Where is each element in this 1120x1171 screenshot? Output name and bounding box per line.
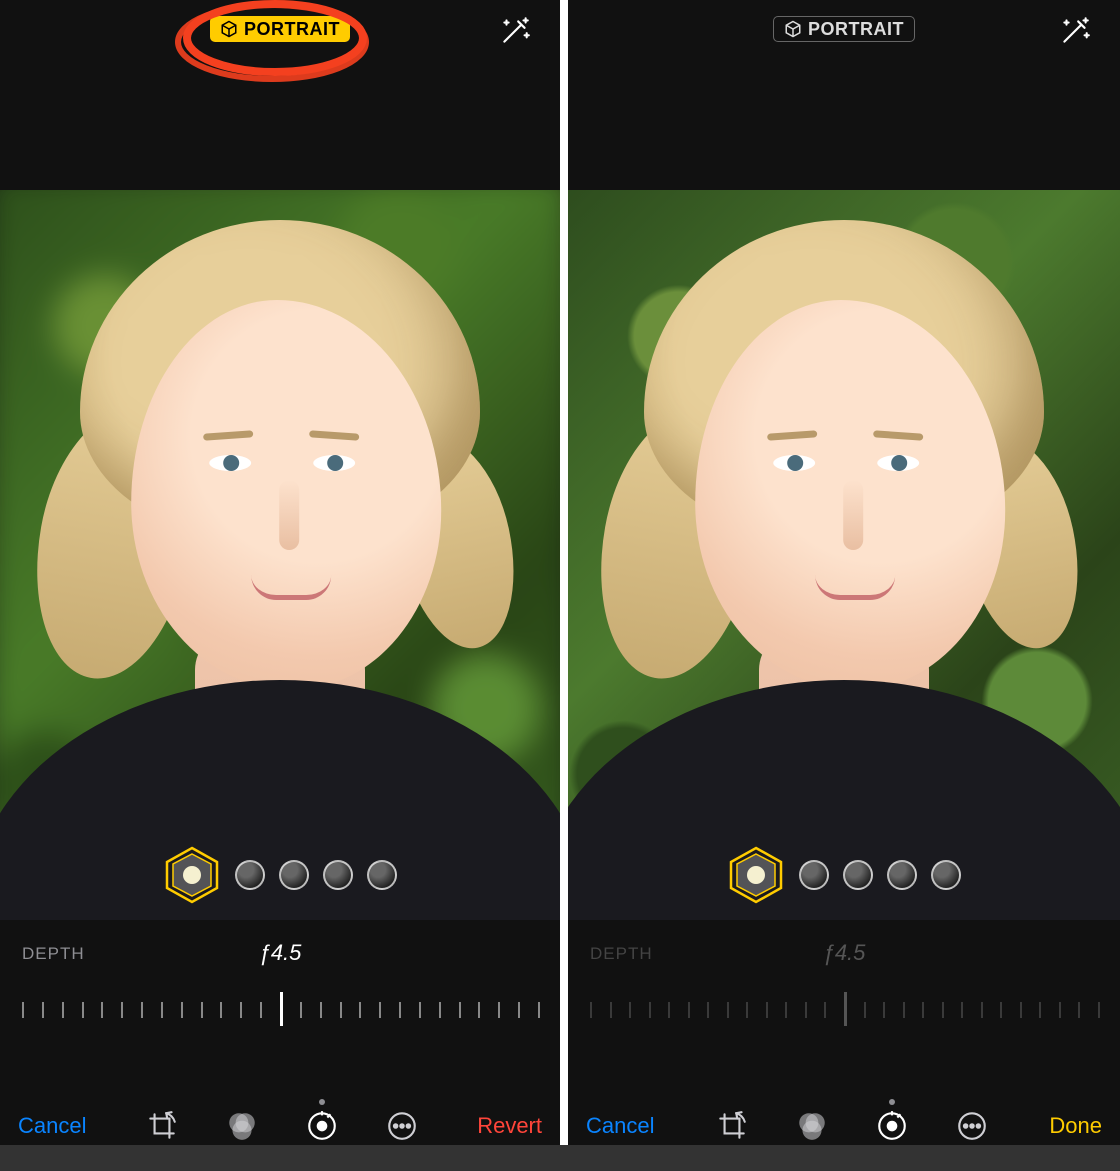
depth-slider	[590, 992, 1098, 1032]
adjust-dial-icon	[875, 1109, 909, 1143]
depth-control: DEPTH ƒ4.5	[0, 920, 560, 1081]
photo-subject	[584, 200, 1104, 920]
editor-panel-left: PORTRAIT	[0, 0, 560, 1145]
portrait-mode-label: PORTRAIT	[808, 20, 904, 38]
filters-icon	[225, 1109, 259, 1143]
photo-preview[interactable]	[0, 190, 560, 920]
ellipsis-circle-icon	[385, 1109, 419, 1143]
lighting-natural-selected[interactable]	[163, 846, 221, 904]
crop-rotate-icon	[145, 1109, 179, 1143]
adjust-tool-button[interactable]	[875, 1109, 909, 1143]
lighting-option-2[interactable]	[235, 860, 265, 890]
top-bar: PORTRAIT	[568, 0, 1120, 190]
lighting-option-5[interactable]	[367, 860, 397, 890]
photo-subject	[20, 200, 540, 920]
auto-enhance-button[interactable]	[1058, 14, 1092, 48]
lighting-option-4[interactable]	[323, 860, 353, 890]
filters-icon	[795, 1109, 829, 1143]
filters-tool-button[interactable]	[795, 1109, 829, 1143]
magic-wand-icon	[1058, 35, 1092, 52]
more-tool-button[interactable]	[385, 1109, 419, 1143]
ellipsis-circle-icon	[955, 1109, 989, 1143]
more-tool-button[interactable]	[955, 1109, 989, 1143]
bottom-toolbar: Cancel	[568, 1081, 1120, 1171]
lighting-option-4[interactable]	[887, 860, 917, 890]
depth-value: ƒ4.5	[823, 940, 866, 966]
top-bar: PORTRAIT	[0, 0, 560, 190]
lighting-natural-selected[interactable]	[727, 846, 785, 904]
portrait-mode-toggle[interactable]: PORTRAIT	[773, 16, 915, 42]
portrait-lighting-picker[interactable]	[727, 846, 961, 904]
lighting-option-3[interactable]	[843, 860, 873, 890]
crop-tool-button[interactable]	[145, 1109, 179, 1143]
depth-slider[interactable]	[22, 992, 538, 1032]
cube-icon	[784, 20, 802, 38]
magic-wand-icon	[498, 35, 532, 52]
editor-panel-right: PORTRAIT	[560, 0, 1120, 1145]
photo-preview[interactable]	[568, 190, 1120, 920]
lighting-option-5[interactable]	[931, 860, 961, 890]
cancel-button[interactable]: Cancel	[586, 1113, 654, 1139]
adjust-dial-icon	[305, 1109, 339, 1143]
portrait-mode-toggle[interactable]: PORTRAIT	[210, 16, 350, 42]
crop-tool-button[interactable]	[715, 1109, 749, 1143]
depth-label: DEPTH	[590, 944, 653, 964]
cancel-button[interactable]: Cancel	[18, 1113, 86, 1139]
adjust-tool-button[interactable]	[305, 1109, 339, 1143]
revert-button[interactable]: Revert	[477, 1113, 542, 1139]
filters-tool-button[interactable]	[225, 1109, 259, 1143]
crop-rotate-icon	[715, 1109, 749, 1143]
portrait-lighting-picker[interactable]	[163, 846, 397, 904]
bottom-toolbar: Cancel	[0, 1081, 560, 1171]
cube-icon	[220, 20, 238, 38]
depth-label: DEPTH	[22, 944, 85, 964]
lighting-option-2[interactable]	[799, 860, 829, 890]
done-button[interactable]: Done	[1049, 1113, 1102, 1139]
annotation-circle	[160, 0, 390, 89]
lighting-option-3[interactable]	[279, 860, 309, 890]
auto-enhance-button[interactable]	[498, 14, 532, 48]
depth-control: DEPTH ƒ4.5	[568, 920, 1120, 1081]
depth-value: ƒ4.5	[259, 940, 302, 966]
portrait-mode-label: PORTRAIT	[244, 20, 340, 38]
